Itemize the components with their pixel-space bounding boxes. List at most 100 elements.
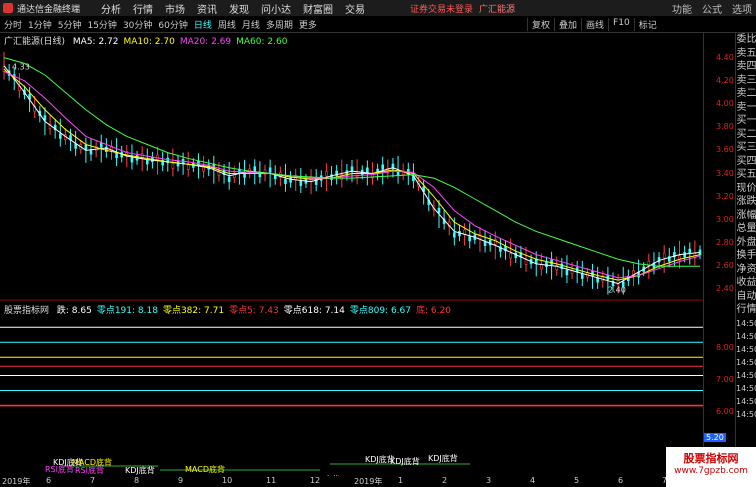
side-panel-item[interactable]: 自动 xyxy=(736,290,756,304)
window-control[interactable]: 选项 xyxy=(732,1,752,16)
tool-button[interactable]: 标记 xyxy=(633,18,661,31)
side-panel-item[interactable]: 现价 xyxy=(736,182,756,196)
low-label: 2.40 xyxy=(608,285,626,294)
indicator-value: 零点618: 7.14 xyxy=(283,306,345,316)
side-panel-item[interactable]: 14:50 xyxy=(736,330,756,343)
menu-item[interactable]: 市场 xyxy=(165,1,185,16)
period-tab[interactable]: 60分钟 xyxy=(158,18,187,31)
side-panel-item[interactable]: 14:50 xyxy=(736,408,756,421)
period-tab[interactable]: 5分钟 xyxy=(58,18,82,31)
candle-body xyxy=(253,166,257,172)
period-tab[interactable]: 分时 xyxy=(4,18,22,31)
date-tick: 9 xyxy=(178,476,184,485)
tool-button[interactable]: 复权 xyxy=(527,18,554,31)
menu-item[interactable]: 分析 xyxy=(101,1,121,16)
site-watermark: 股票指标网 www.7gpzb.com xyxy=(666,447,756,487)
candle-body xyxy=(437,207,441,214)
signal-label: KDJ底背 xyxy=(125,465,155,475)
menu-item[interactable]: 交易 xyxy=(345,1,365,16)
indicator-chart[interactable]: 解跌KDJ底背RSI底背MACD底背RSI底背KDJ底背MACD底背KDJ底背K… xyxy=(0,316,703,476)
period-tab[interactable]: 多周期 xyxy=(266,18,293,31)
candle-body xyxy=(284,178,287,184)
price-tick: 2.80 xyxy=(716,238,734,248)
date-tick: 12 xyxy=(310,476,321,485)
period-tab[interactable]: 1分钟 xyxy=(28,18,52,31)
side-panel-item[interactable]: 14:50 xyxy=(736,343,756,356)
candle-body xyxy=(509,253,512,259)
period-tab[interactable]: 更多 xyxy=(299,18,317,31)
side-panel-item[interactable]: 行情 xyxy=(736,303,756,317)
side-panel-item[interactable]: 卖一 xyxy=(736,101,756,115)
date-tick: 8 xyxy=(134,476,140,485)
period-tab[interactable]: 15分钟 xyxy=(87,18,116,31)
date-tick: 2 xyxy=(442,476,448,485)
side-panel-item[interactable]: 买四 xyxy=(736,155,756,169)
candle-body xyxy=(299,180,303,186)
high-label: 4.33 xyxy=(12,63,30,72)
window-control[interactable]: 公式 xyxy=(702,1,722,16)
candle-body xyxy=(325,171,328,177)
broker-label[interactable]: 广汇能源 xyxy=(479,5,515,15)
menu-item[interactable]: 发现 xyxy=(229,1,249,16)
side-panel-item[interactable]: 买一 xyxy=(736,114,756,128)
side-panel-item[interactable]: 收益 xyxy=(736,276,756,290)
side-panel-item[interactable]: 委比 xyxy=(736,33,756,47)
menu-item[interactable]: 资讯 xyxy=(197,1,217,16)
side-panel-item[interactable]: 14:50 xyxy=(736,356,756,369)
candle-body xyxy=(99,142,103,148)
tool-button[interactable]: F10 xyxy=(608,18,634,31)
period-tab[interactable]: 日线 xyxy=(194,18,212,31)
candle-body xyxy=(74,143,77,149)
menu-item[interactable]: 财富圈 xyxy=(303,1,333,16)
candle-body xyxy=(268,167,272,173)
side-panel-item[interactable]: 14:50 xyxy=(736,369,756,382)
window-controls: 功能 公式 选项 xyxy=(672,1,752,16)
candle-body xyxy=(366,167,369,173)
tool-button[interactable]: 画线 xyxy=(581,18,608,31)
date-tick: 5 xyxy=(574,476,580,485)
indicator-value: 底: 6.20 xyxy=(416,306,451,316)
candle-body xyxy=(289,177,292,183)
side-panel-item[interactable]: 涨跌 xyxy=(736,195,756,209)
signal-label: KDJ底背 xyxy=(428,453,458,463)
login-notice[interactable]: 证券交易未登录 广汇能源 xyxy=(410,2,515,15)
menu-item[interactable]: 行情 xyxy=(133,1,153,16)
watermark-url: www.7gpzb.com xyxy=(674,466,748,476)
indicator-tick: 5.20 xyxy=(704,432,726,442)
window-control[interactable]: 功能 xyxy=(672,1,692,16)
date-tick: 6 xyxy=(618,476,624,485)
side-panel-item[interactable]: 买五 xyxy=(736,168,756,182)
side-panel-item[interactable]: 14:50 xyxy=(736,395,756,408)
period-tab[interactable]: 月线 xyxy=(242,18,260,31)
side-panel-item[interactable]: 涨幅 xyxy=(736,209,756,223)
candle-body xyxy=(580,273,584,279)
candle-body xyxy=(227,176,231,182)
side-panel-item[interactable]: 净资 xyxy=(736,263,756,277)
candle-body xyxy=(176,161,180,167)
menu-item[interactable]: 问小达 xyxy=(261,1,291,16)
quote-side-panel: 委比 卖五 卖四 卖三 卖二 卖一 买一 买二 买三 买四 买五 现价 涨跌 涨幅 总量 外盘 换手 净资 收益 自动… xyxy=(735,33,756,473)
candle-body xyxy=(355,171,359,178)
title-bar: 通达信金融终端 分析 行情 市场 资讯 发现 问小达 财富圈 交易 证券交易未登录 广汇能源 功… xyxy=(0,0,756,16)
side-panel-item[interactable]: 换手 xyxy=(736,249,756,263)
side-panel-item[interactable]: 14:50 xyxy=(736,382,756,395)
date-tick: 6 xyxy=(46,476,52,485)
side-panel-item[interactable]: 买三 xyxy=(736,141,756,155)
tool-button[interactable]: 叠加 xyxy=(554,18,581,31)
period-tab[interactable]: 周线 xyxy=(218,18,236,31)
side-panel-item[interactable]: 卖三 xyxy=(736,74,756,88)
side-panel-item[interactable]: 卖二 xyxy=(736,87,756,101)
side-panel-item[interactable]: 卖四 xyxy=(736,60,756,74)
side-panel-item[interactable]: 14:50 xyxy=(736,317,756,330)
candle-body xyxy=(524,259,528,265)
side-panel-item[interactable]: 外盘 xyxy=(736,236,756,250)
main-menu: 分析 行情 市场 资讯 发现 问小达 财富圈 交易 xyxy=(101,1,365,16)
period-tab[interactable]: 30分钟 xyxy=(123,18,152,31)
price-chart[interactable]: 4.33 2.40 xyxy=(0,46,703,301)
date-tick: 2019年 xyxy=(2,477,31,486)
side-panel-item[interactable]: 总量 xyxy=(736,222,756,236)
period-toolbar: 分时 1分钟 5分钟 15分钟 30分钟 60分钟 日线 周线 月线 多周期 更多 复权 叠加 画线 F1… xyxy=(0,17,756,33)
candle-body xyxy=(545,261,548,267)
side-panel-item[interactable]: 买二 xyxy=(736,128,756,142)
side-panel-item[interactable]: 卖五 xyxy=(736,47,756,61)
